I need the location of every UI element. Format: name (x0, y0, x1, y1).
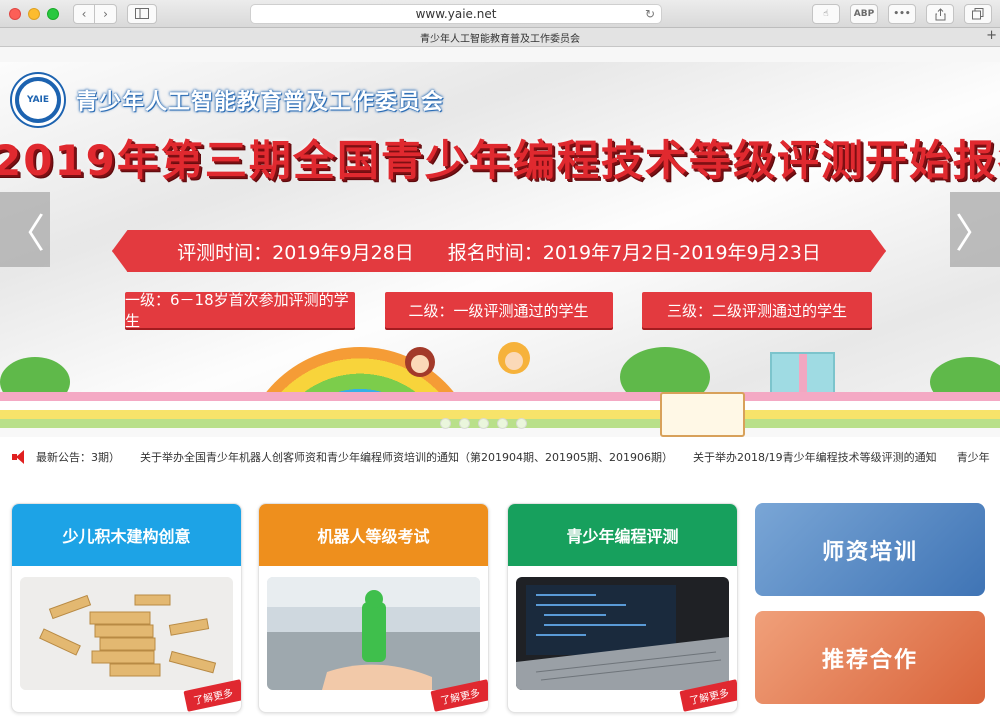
card-robot-exam[interactable]: 机器人等级考试 了解更多 (258, 503, 489, 713)
close-window-button[interactable] (9, 7, 21, 20)
level-2-badge: 二级：一级评测通过的学生 (384, 292, 613, 328)
laptop-image (516, 577, 729, 690)
tab-bar: 青少年人工智能教育普及工作委员会 + (0, 28, 1000, 47)
level-1-badge: 一级：6－18岁首次参加评测的学生 (125, 291, 355, 330)
carousel-dot[interactable] (478, 418, 489, 429)
level-list: 一级：6－18岁首次参加评测的学生 二级：一级评测通过的学生 三级：二级评测通过… (125, 291, 872, 330)
girl-illustration (405, 347, 435, 377)
card-title: 推荐合作 (821, 647, 918, 673)
window-controls (9, 7, 59, 20)
share-button[interactable] (926, 4, 954, 24)
carousel-dot[interactable] (459, 418, 470, 429)
card-block-building[interactable]: 少儿积木建构创意 了解更多 (11, 503, 242, 713)
card-title: 机器人等级考试 (259, 504, 488, 566)
notice-link[interactable]: 关于举办全国青少年机器人创客师资和青少年编程师资培训的通知（第201904期、2… (140, 449, 673, 465)
notice-marquee: 最新公告：3期） 关于举办全国青少年机器人创客师资和青少年编程师资培训的通知（第… (0, 437, 1000, 477)
yaie-logo[interactable]: YAIE (12, 74, 64, 126)
carousel-next-button[interactable]: 〉 (950, 192, 1000, 267)
logo-text: YAIE (19, 81, 57, 119)
jenga-illustration (20, 577, 233, 690)
card-coding-eval[interactable]: 青少年编程评测 了解更多 (507, 503, 738, 713)
extensions-toolbar: ☝ ABP ••• (812, 4, 992, 24)
card-title: 师资培训 (821, 539, 918, 565)
tabs-overview-button[interactable] (964, 4, 992, 24)
ground-stripes (0, 392, 1000, 437)
gift-illustration (770, 352, 835, 395)
level-3-badge: 三级：二级评测通过的学生 (642, 292, 872, 328)
banner-headline: 2019年第三期全国青少年编程技术等级评测开始报名啦 (0, 136, 1000, 185)
back-button[interactable]: ‹ (73, 3, 95, 24)
history-nav: ‹ › (73, 3, 117, 24)
eval-time: 评测时间：2019年9月28日 (177, 241, 414, 264)
laptop-illustration (516, 577, 729, 690)
robot-office-image (267, 577, 480, 690)
adblock-extension-button[interactable]: ABP (850, 4, 878, 24)
share-icon (935, 7, 945, 20)
teacher-training-card[interactable]: 师资培训 (755, 503, 985, 596)
carousel-dot[interactable] (516, 418, 527, 429)
carousel-dot[interactable] (440, 418, 451, 429)
reload-icon[interactable]: ↻ (645, 7, 655, 21)
evernote-extension-button[interactable]: ☝ (812, 4, 840, 24)
notice-label: 最新公告：3期） (36, 451, 120, 464)
carousel-prev-button[interactable]: 〈 (0, 192, 50, 267)
new-tab-button[interactable]: + (986, 28, 997, 43)
zoom-window-button[interactable] (47, 7, 59, 20)
url-text: www.yaie.net (415, 7, 497, 21)
speaker-icon (12, 450, 30, 464)
book-illustration (660, 392, 745, 437)
carousel-dot[interactable] (497, 418, 508, 429)
banner-carousel[interactable]: YAIE 青少年人工智能教育普及工作委员会 2019年第三期全国青少年编程技术等… (0, 47, 1000, 437)
sidebar-toggle-button[interactable] (127, 3, 157, 24)
banner-top-strip (0, 47, 1000, 62)
notice-link[interactable]: 关于举办2018/19青少年编程技术等级评测的通知 (693, 449, 937, 465)
address-bar[interactable]: www.yaie.net ↻ (250, 4, 662, 24)
more-extension-button[interactable]: ••• (888, 4, 916, 24)
browser-toolbar: ‹ › www.yaie.net ↻ ☝ ABP ••• (0, 0, 1000, 28)
sidebar-icon (135, 8, 149, 19)
partnership-card[interactable]: 推荐合作 (755, 611, 985, 704)
tabs-icon (972, 8, 984, 20)
wood-blocks-image (20, 577, 233, 690)
tab-title[interactable]: 青少年人工智能教育普及工作委员会 (420, 30, 580, 45)
robot-hand-illustration (267, 577, 480, 690)
minimize-window-button[interactable] (28, 7, 40, 20)
card-title: 青少年编程评测 (508, 504, 737, 566)
date-ribbon: 评测时间：2019年9月28日 报名时间：2019年7月2日-2019年9月23… (112, 230, 886, 272)
site-logo-row: YAIE 青少年人工智能教育普及工作委员会 (12, 74, 444, 126)
forward-button[interactable]: › (95, 3, 117, 24)
program-cards: 少儿积木建构创意 了解更多 机器人等级考试 了解更多 青少年编程评测 了解更多 … (0, 503, 1000, 722)
notice-link[interactable]: 青少年 (957, 449, 990, 465)
card-title: 少儿积木建构创意 (12, 504, 241, 566)
carousel-indicators (440, 418, 527, 429)
org-name: 青少年人工智能教育普及工作委员会 (76, 90, 445, 115)
boy-illustration (498, 342, 530, 374)
signup-time: 报名时间：2019年7月2日-2019年9月23日 (447, 241, 821, 264)
